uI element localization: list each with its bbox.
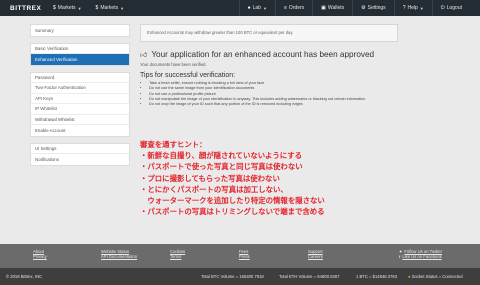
japanese-annotation: 審査を通すヒント： ・新鮮な自撮り、顔が隠されていないようにする ・パスポートで…	[140, 139, 325, 217]
tips-title: Tips for successful verification:	[140, 72, 236, 79]
sidebar-group-verification: Basic Verification Enhanced Verification	[30, 42, 130, 66]
sidebar-item-withdrawal-whitelist[interactable]: Withdrawal Whitelist	[31, 115, 129, 125]
sidebar-item-two-factor[interactable]: Two-Factor Authentication	[31, 83, 129, 94]
nav-label: Logout	[446, 5, 462, 11]
sidebar-item-ip-whitelist[interactable]: IP Whitelist	[31, 104, 129, 115]
sidebar-group-summary: Summary	[30, 24, 130, 37]
sidebar-item-api-keys[interactable]: API Keys	[31, 94, 129, 104]
facebook-icon: f	[399, 254, 401, 259]
wallet-icon: ▣	[321, 5, 326, 11]
approved-heading: 👍︎ Your application for an enhanced acco…	[140, 50, 374, 59]
footer-link-press[interactable]: Press	[239, 254, 250, 259]
chevron-down-icon: ▼	[263, 5, 267, 11]
help-icon: ?	[402, 5, 406, 11]
enhanced-notice: Enhanced Accounts may withdraw greater t…	[140, 24, 398, 42]
sidebar-item-basic-verification[interactable]: Basic Verification	[31, 44, 129, 54]
chevron-down-icon: ▼	[77, 5, 82, 11]
copyright-text: © 2018 Bittrex, INC	[6, 274, 43, 279]
footer-col-social: ✦ Follow Us on Twitter f Like Us on Facebo…	[399, 249, 442, 259]
jp-line: ウォーターマークを追加したり特定の情報を隠さない	[140, 196, 325, 206]
gear-icon: ⚙	[361, 5, 366, 11]
nav-user[interactable]: ● Lab ▼	[238, 0, 275, 16]
footer-link-api-docs[interactable]: API Documentation	[101, 254, 137, 259]
status-bar: © 2018 Bittrex, INC Total BTC Volume = 1…	[0, 268, 480, 285]
nav-label: Markets	[57, 5, 76, 11]
jp-line: ・プロに撮影してもらった写真は使わない	[140, 173, 280, 183]
jp-line: ・パスポートの写真はトリミングしないで端まで含める	[140, 207, 325, 217]
status-dot-icon: ●	[408, 274, 411, 279]
sidebar-item-ui-settings[interactable]: UI Settings	[31, 144, 129, 154]
nav-markets-usd[interactable]: $ Markets ▼	[96, 5, 125, 11]
btc-price: 1 BTC = $14848.3763	[356, 274, 398, 279]
nav-label: Wallets	[327, 5, 345, 11]
jp-line: ・パスポートで使った写真と同じ写真は使わない	[140, 162, 303, 172]
footer-col-status: Website Status API Documentation	[101, 249, 137, 259]
footer-link-terms[interactable]: Terms	[170, 254, 185, 259]
socket-status-label: Socket Status = Connected	[411, 274, 463, 279]
nav-label: Orders	[288, 5, 305, 11]
nav-label: Lab	[252, 5, 261, 11]
footer-col-cookies: Cookies Terms	[170, 249, 185, 259]
footer-col-support: Support Careers	[308, 249, 323, 259]
nav-logout[interactable]: ⏻ Logout	[431, 0, 470, 16]
nav-wallets[interactable]: ▣ Wallets	[312, 0, 352, 16]
footer-col-about: About Privacy	[33, 249, 47, 259]
footer-link-privacy[interactable]: Privacy	[33, 254, 47, 259]
eth-volume: Total ETH Volume = 84600.0367	[279, 274, 340, 279]
chevron-down-icon: ▼	[419, 5, 424, 11]
thumbs-up-icon: 👍︎	[140, 52, 148, 59]
tip-item: Do not crop the image of your ID such th…	[149, 102, 365, 107]
jp-line: ・新鮮な自撮り、顔が隠されていないようにする	[140, 151, 303, 161]
nav-orders[interactable]: ≡ Orders	[274, 0, 312, 16]
jp-line: ・とにかくパスポートの写真は加工しない、	[140, 184, 288, 194]
nav-settings[interactable]: ⚙ Settings	[352, 0, 394, 16]
footer-link-facebook[interactable]: f Like Us on Facebook	[399, 254, 442, 259]
nav-label: Markets	[100, 5, 119, 11]
approved-title: Your application for an enhanced account…	[151, 50, 375, 59]
sidebar-item-password[interactable]: Password	[31, 73, 129, 83]
logout-icon: ⏻	[440, 5, 445, 11]
chevron-down-icon: ▼	[120, 5, 125, 11]
brand-logo[interactable]: BITTREX	[0, 5, 50, 12]
sidebar-item-summary[interactable]: Summary	[31, 25, 129, 36]
socket-status: ● Socket Status = Connected	[408, 274, 463, 279]
footer: About Privacy Website Status API Documen…	[0, 244, 480, 268]
orders-icon: ≡	[283, 5, 287, 11]
bitcoin-icon: $	[53, 5, 56, 11]
nav-markets-btc[interactable]: $ Markets ▼	[53, 5, 82, 11]
settings-sidebar: Summary Basic Verification Enhanced Veri…	[30, 24, 130, 172]
jp-line: 審査を通すヒント：	[140, 140, 207, 149]
sidebar-item-notifications[interactable]: Notifications	[31, 154, 129, 165]
sidebar-item-enhanced-verification[interactable]: Enhanced Verification	[31, 54, 129, 65]
nav-label: Settings	[367, 5, 386, 11]
main-content: Enhanced Accounts may withdraw greater t…	[137, 16, 407, 230]
dollar-icon: $	[95, 5, 99, 11]
btc-volume: Total BTC Volume = 155300.7918	[201, 274, 264, 279]
nav-label: Help	[407, 5, 418, 11]
tips-list: Take a fresh selfie, ensure nothing is b…	[147, 81, 365, 107]
top-navbar: BITTREX $ Markets ▼ $ Markets ▼ ● Lab ▼ …	[0, 0, 480, 16]
approved-subtext: Your documents have been verified.	[140, 62, 207, 67]
facebook-label: Like Us on Facebook	[402, 254, 442, 259]
sidebar-item-enable-account[interactable]: Enable Account	[31, 125, 129, 136]
footer-col-fees: Fees Press	[239, 249, 250, 259]
user-icon: ●	[247, 5, 251, 11]
footer-link-careers[interactable]: Careers	[308, 254, 323, 259]
sidebar-group-preferences: UI Settings Notifications	[30, 142, 130, 166]
sidebar-group-security: Password Two-Factor Authentication API K…	[30, 71, 130, 137]
nav-help[interactable]: ? Help ▼	[393, 0, 432, 16]
